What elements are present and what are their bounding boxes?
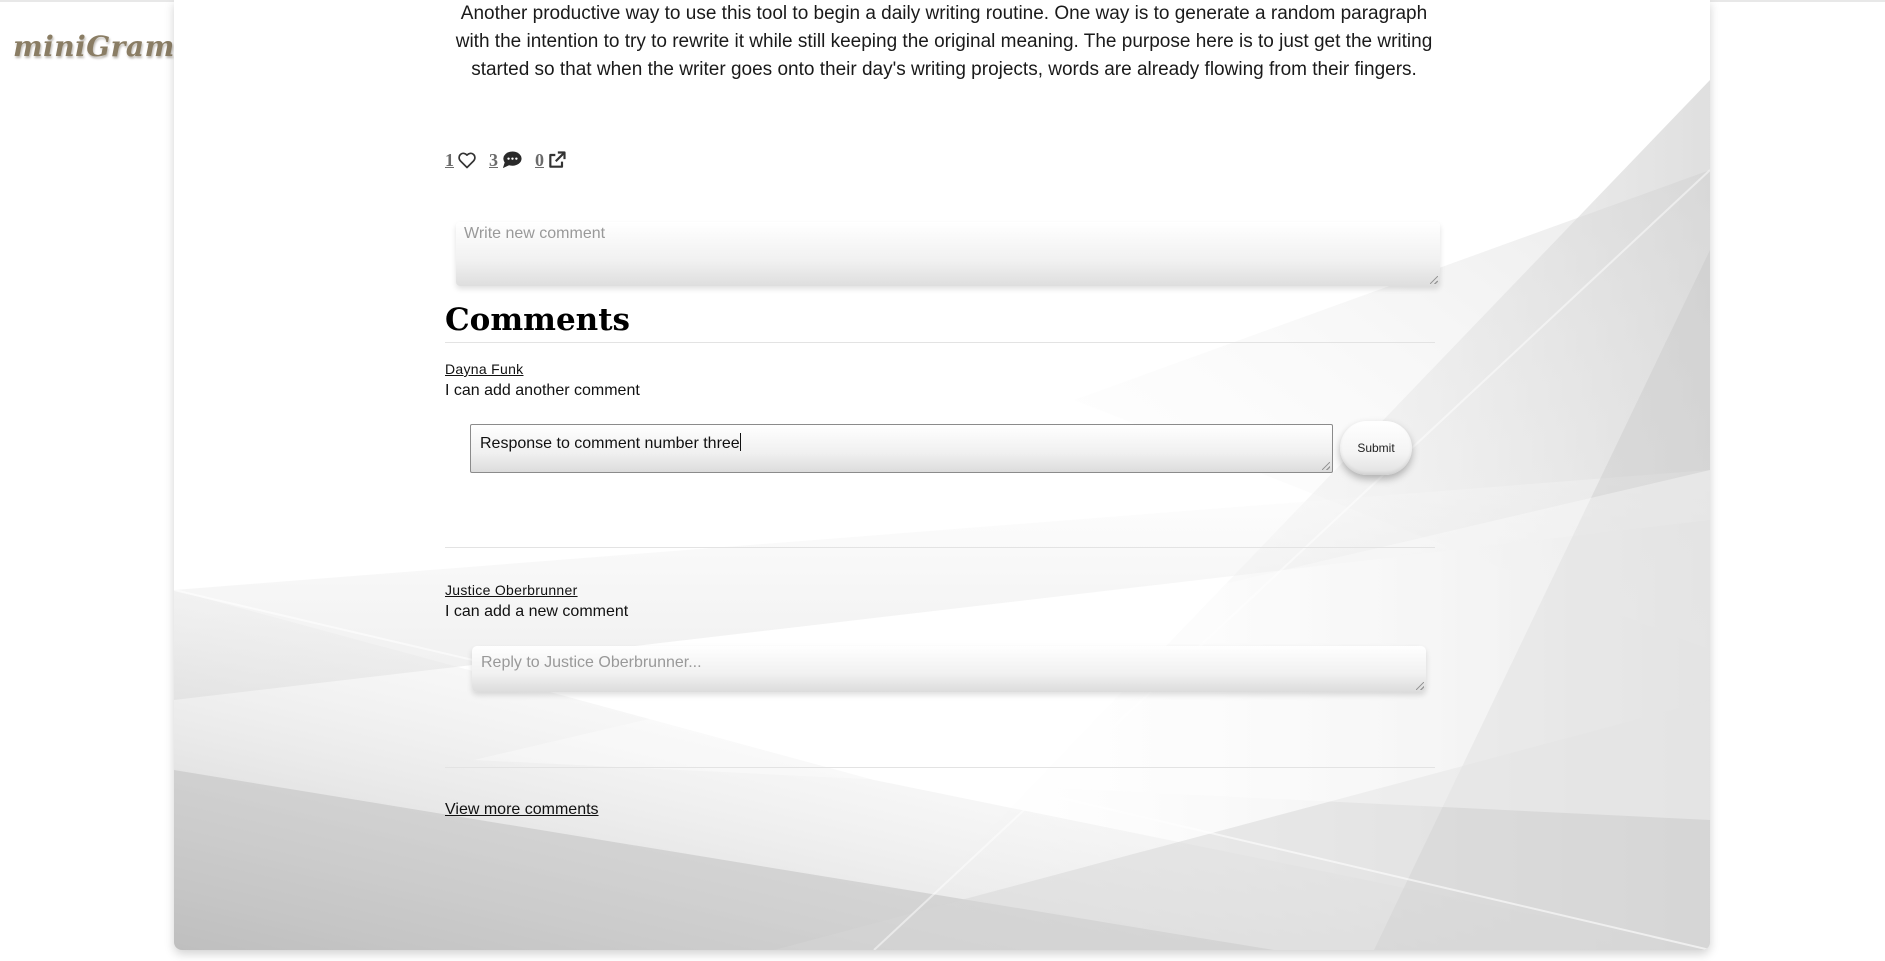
text-caret [739,433,741,451]
app-logo[interactable]: miniGram [13,30,175,63]
comments-heading: Comments [445,302,630,338]
comment-author-link[interactable]: Justice Oberbrunner [445,582,578,598]
new-comment-input[interactable]: Write new comment [456,222,1440,286]
comment-author-link[interactable]: Dayna Funk [445,361,523,377]
new-comment-placeholder: Write new comment [464,225,606,242]
post-actions: 1 3 0 [445,148,579,172]
comment-text: I can add a new comment [445,603,629,620]
like-count: 1 [445,149,454,170]
comment-button[interactable]: 3 [489,150,523,171]
reply-input-active[interactable]: Response to comment number three [470,424,1333,473]
submit-reply-button[interactable]: Submit [1340,421,1412,475]
resize-handle[interactable] [1430,276,1438,284]
post-content: Another productive way to use this tool … [174,0,1710,950]
comment-divider [445,767,1435,768]
resize-handle[interactable] [1322,462,1330,470]
view-more-comments-link[interactable]: View more comments [445,801,599,819]
resize-handle[interactable] [1416,682,1424,690]
post-card: Another productive way to use this tool … [174,0,1710,950]
reply-input-value: Response to comment number three [480,435,740,452]
comment-text: I can add another comment [445,382,640,399]
speech-bubble-icon[interactable] [501,150,523,170]
share-button[interactable]: 0 [535,150,567,171]
heart-icon[interactable] [457,150,477,170]
reply-input-placeholder: Reply to Justice Oberbrunner... [481,654,702,671]
reply-input[interactable]: Reply to Justice Oberbrunner... [472,646,1426,692]
comment-count: 3 [489,149,498,170]
post-body: Another productive way to use this tool … [455,3,1433,80]
share-count: 0 [535,149,544,170]
like-button[interactable]: 1 [445,150,477,171]
external-link-icon[interactable] [547,150,567,170]
comment-divider [445,547,1435,548]
comments-divider [445,342,1435,343]
